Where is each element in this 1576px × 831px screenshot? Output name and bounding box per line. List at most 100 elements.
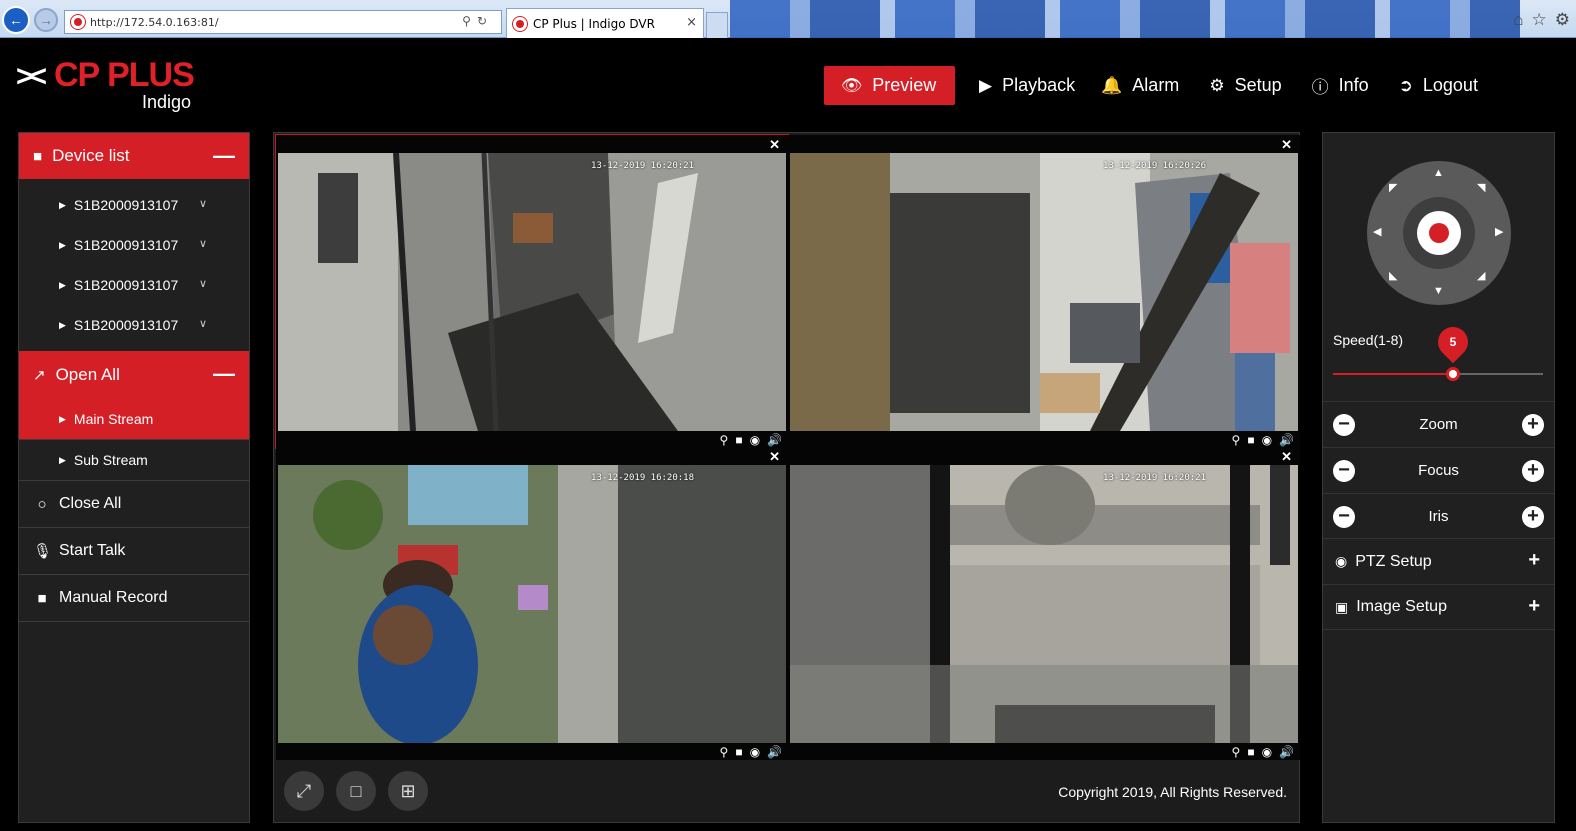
settings-gear-icon[interactable]: ⚙: [1555, 10, 1570, 30]
arrow-down-icon[interactable]: ▼: [1433, 285, 1444, 297]
arrow-up-right-icon[interactable]: ◥: [1477, 181, 1485, 194]
record-icon[interactable]: ■: [735, 745, 742, 759]
start-talk-button[interactable]: 🎙 Start Talk: [19, 528, 249, 575]
nav-label: Info: [1338, 75, 1369, 95]
audio-speaker-icon[interactable]: 🔊: [767, 745, 782, 759]
arrow-down-right-icon[interactable]: ◢: [1477, 269, 1485, 282]
audio-speaker-icon[interactable]: 🔊: [767, 433, 782, 447]
zoom-label: Zoom: [1419, 416, 1458, 433]
play-icon: ▶: [979, 75, 993, 95]
close-icon[interactable]: ✕: [1281, 449, 1292, 465]
device-id: S1B2000913107: [73, 237, 179, 253]
audio-speaker-icon[interactable]: 🔊: [1279, 433, 1294, 447]
arrow-right-icon[interactable]: ▶: [1495, 225, 1503, 238]
new-tab-button[interactable]: [706, 12, 728, 38]
audio-speaker-icon[interactable]: 🔊: [1279, 745, 1294, 759]
focus-plus-icon[interactable]: +: [1522, 459, 1544, 482]
image-setup-section[interactable]: ▣ Image Setup +: [1323, 584, 1554, 630]
open-all-label: Open All: [55, 365, 120, 384]
camera-tile-3[interactable]: ✕ 13-12-2019 16:20:18 ⚲ ■ ◉ 🔊: [276, 447, 788, 760]
main-navigation: 👁 Preview ▶ Playback 🔔 Alarm ⚙ Setup ⓘ I…: [824, 66, 1484, 105]
device-list-header[interactable]: ■ Device list —: [19, 133, 249, 179]
collapse-minus-icon[interactable]: —: [213, 143, 235, 169]
camera-toolbar: ⚲ ■ ◉ 🔊: [720, 745, 782, 759]
zoom-icon[interactable]: ⚲: [1232, 433, 1241, 447]
nav-info[interactable]: ⓘ Info: [1308, 66, 1389, 105]
camera-toolbar: ⚲ ■ ◉ 🔊: [720, 433, 782, 447]
chevron-down-icon[interactable]: ∨: [199, 197, 207, 210]
address-bar[interactable]: http://172.54.0.163:81/ ⚲↻: [64, 10, 502, 34]
snapshot-camera-icon[interactable]: ◉: [1262, 745, 1272, 759]
device-item[interactable]: ▶ S1B2000913107 ∨: [19, 265, 249, 305]
chevron-down-icon[interactable]: ∨: [199, 277, 207, 290]
nav-label: Playback: [1002, 75, 1076, 95]
snapshot-camera-icon[interactable]: ◉: [1262, 433, 1272, 447]
single-view-icon[interactable]: □: [336, 771, 376, 811]
browser-toolbar: ← → http://172.54.0.163:81/ ⚲↻ CP Plus |…: [0, 0, 1576, 38]
expand-plus-icon[interactable]: +: [1528, 595, 1540, 618]
speed-slider-handle[interactable]: [1445, 367, 1460, 381]
device-item[interactable]: ▶ S1B2000913107 ∨: [19, 305, 249, 345]
iris-minus-icon[interactable]: −: [1333, 505, 1355, 528]
quad-view-icon[interactable]: ⊞: [388, 771, 428, 811]
arrow-left-icon[interactable]: ◀: [1373, 225, 1381, 238]
zoom-icon[interactable]: ⚲: [1232, 745, 1241, 759]
camera-tile-1[interactable]: ✕ 13-12-2019 16:20:21 ⚲ ■ ◉ 🔊: [275, 134, 789, 449]
copyright-text: Copyright 2019, All Rights Reserved.: [1058, 784, 1287, 800]
arrow-up-icon[interactable]: ▲: [1433, 167, 1444, 179]
browser-tab[interactable]: CP Plus | Indigo DVR ×: [506, 8, 704, 38]
address-url: http://172.54.0.163:81/: [90, 15, 219, 29]
close-icon[interactable]: ✕: [769, 449, 780, 465]
main-stream-item[interactable]: ▶ Main Stream: [19, 399, 249, 440]
arrow-down-left-icon[interactable]: ◣: [1389, 269, 1397, 282]
ptz-setup-section[interactable]: ◉ PTZ Setup +: [1323, 538, 1554, 584]
forward-button[interactable]: →: [34, 8, 58, 32]
zoom-icon[interactable]: ⚲: [720, 433, 729, 447]
fullscreen-icon[interactable]: ⤢: [284, 771, 324, 811]
ptz-direction-dial[interactable]: ▲ ▼ ◀ ▶ ◤ ◥ ◣ ◢: [1367, 161, 1511, 305]
camera-feed-1: 13-12-2019 16:20:21: [278, 153, 786, 431]
arrow-up-left-icon[interactable]: ◤: [1389, 181, 1397, 194]
nav-preview[interactable]: 👁 Preview: [824, 66, 955, 105]
tab-close-icon[interactable]: ×: [686, 15, 697, 30]
back-button[interactable]: ←: [2, 6, 30, 34]
nav-setup[interactable]: ⚙ Setup: [1205, 66, 1301, 105]
collapse-minus-icon[interactable]: —: [213, 361, 235, 387]
close-icon[interactable]: ✕: [1281, 137, 1292, 153]
expand-plus-icon[interactable]: +: [1528, 549, 1540, 572]
iris-plus-icon[interactable]: +: [1522, 505, 1544, 528]
zoom-control: − Zoom +: [1323, 401, 1554, 447]
nav-logout[interactable]: ➲ Logout: [1395, 66, 1478, 105]
zoom-in-plus-icon[interactable]: +: [1522, 413, 1544, 436]
camera-tile-2[interactable]: ✕ 13-12-2019 16:20:26 ⚲ ■ ◉ 🔊: [788, 135, 1300, 448]
chevron-down-icon[interactable]: ∨: [199, 317, 207, 330]
record-icon[interactable]: ■: [1247, 433, 1254, 447]
open-all-header[interactable]: ↗ Open All —: [19, 351, 249, 399]
sub-stream-item[interactable]: ▶ Sub Stream: [19, 440, 249, 481]
camera-timestamp: 13-12-2019 16:20:21: [591, 161, 694, 171]
speed-slider[interactable]: 5: [1333, 320, 1543, 381]
focus-minus-icon[interactable]: −: [1333, 459, 1355, 482]
search-refresh-icon[interactable]: ⚲↻: [462, 14, 493, 28]
zoom-out-minus-icon[interactable]: −: [1333, 413, 1355, 436]
favorites-star-icon[interactable]: ☆: [1532, 10, 1547, 30]
snapshot-camera-icon[interactable]: ◉: [750, 745, 760, 759]
close-all-button[interactable]: ○ Close All: [19, 481, 249, 528]
snapshot-camera-icon[interactable]: ◉: [750, 433, 760, 447]
device-item[interactable]: ▶ S1B2000913107 ∨: [19, 225, 249, 265]
nav-playback[interactable]: ▶ Playback: [973, 66, 1095, 105]
zoom-icon[interactable]: ⚲: [720, 745, 729, 759]
nav-alarm[interactable]: 🔔 Alarm: [1101, 66, 1199, 105]
record-icon[interactable]: ■: [1247, 745, 1254, 759]
manual-record-button[interactable]: ■ Manual Record: [19, 575, 249, 622]
device-item[interactable]: ▶ S1B2000913107 ∨: [19, 185, 249, 225]
camera-timestamp: 13-12-2019 16:20:18: [591, 473, 694, 483]
ptz-center-button[interactable]: [1417, 211, 1461, 255]
chevron-down-icon[interactable]: ∨: [199, 237, 207, 250]
record-icon[interactable]: ■: [735, 433, 742, 447]
home-icon[interactable]: ⌂: [1513, 10, 1523, 30]
close-icon[interactable]: ✕: [769, 137, 780, 153]
site-favicon-icon: [71, 15, 85, 29]
external-link-icon: ↗: [33, 367, 46, 384]
camera-tile-4[interactable]: ✕ 13-12-2019 16:20:21 ⚲ ■ ◉ 🔊: [788, 447, 1300, 760]
